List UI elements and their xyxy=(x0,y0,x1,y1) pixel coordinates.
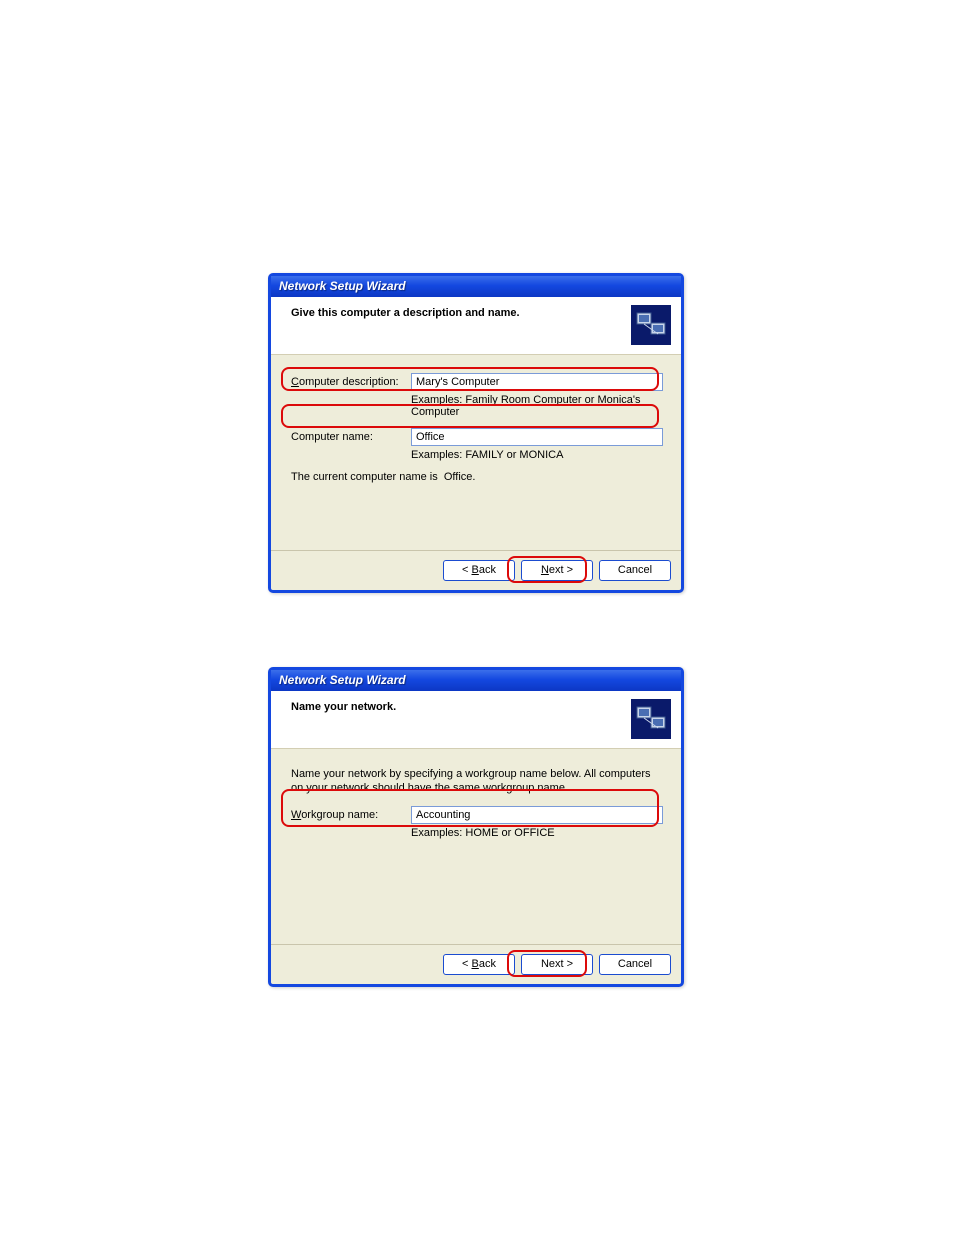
computer-name-label: Computer name: xyxy=(291,431,411,443)
current-name-text: The current computer name is Office. xyxy=(291,471,663,483)
wizard-heading: Name your network. xyxy=(291,701,669,713)
network-setup-wizard-dialog-2: Network Setup Wizard Name your network. … xyxy=(268,667,684,987)
next-button[interactable]: Next > xyxy=(521,954,593,975)
wizard-footer: < Back Next > Cancel // Rewrite Back but… xyxy=(271,550,681,590)
titlebar[interactable]: Network Setup Wizard xyxy=(271,670,681,691)
description-hint: Examples: Family Room Computer or Monica… xyxy=(411,394,663,418)
intro-text: Name your network by specifying a workgr… xyxy=(291,767,663,796)
computer-name-input[interactable] xyxy=(411,428,663,446)
workgroup-hint: Examples: HOME or OFFICE xyxy=(411,827,663,839)
cancel-button[interactable]: Cancel xyxy=(599,954,671,975)
workgroup-input[interactable] xyxy=(411,806,663,824)
back-button[interactable]: < Back xyxy=(443,954,515,975)
titlebar[interactable]: Network Setup Wizard xyxy=(271,276,681,297)
network-computers-icon xyxy=(631,305,671,345)
network-setup-wizard-dialog-1: Network Setup Wizard Give this computer … xyxy=(268,273,684,593)
wizard-header: Name your network. xyxy=(271,691,681,749)
computer-description-label: Computer description: xyxy=(291,376,411,388)
next-button[interactable]: Next > xyxy=(521,560,593,581)
computer-description-input[interactable] xyxy=(411,373,663,391)
back-button[interactable]: < Back xyxy=(443,560,515,581)
wizard-body: Name your network by specifying a workgr… xyxy=(271,749,681,943)
network-computers-icon xyxy=(631,699,671,739)
wizard-heading: Give this computer a description and nam… xyxy=(291,307,669,319)
wizard-header: Give this computer a description and nam… xyxy=(271,297,681,355)
cancel-button[interactable]: Cancel xyxy=(599,560,671,581)
name-hint: Examples: FAMILY or MONICA xyxy=(411,449,663,461)
wizard-body: Computer description: Examples: Family R… xyxy=(271,355,681,535)
wizard-footer: < Back Next > Cancel xyxy=(271,944,681,984)
workgroup-label: Workgroup name: xyxy=(291,809,411,821)
